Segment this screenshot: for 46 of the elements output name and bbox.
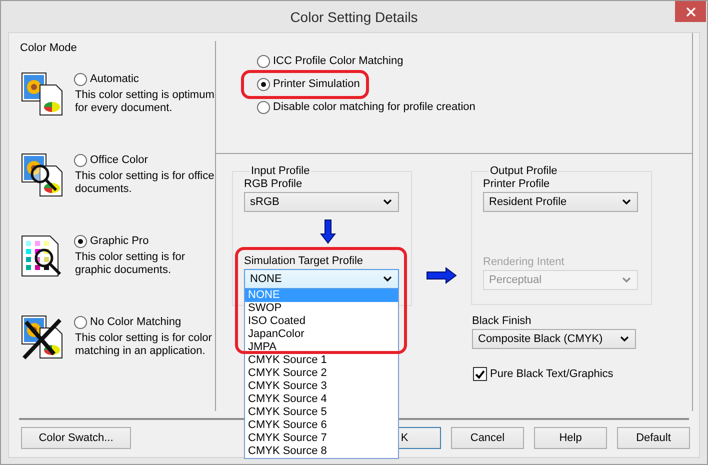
mode-description: This color setting is for office documents. [74,170,214,196]
radio-indicator[interactable] [257,78,270,91]
simulation-profile-dropdown[interactable]: NONE [244,269,399,289]
radio-button[interactable]: Automatic [74,73,214,86]
checkbox[interactable]: Pure Black Text/Graphics [473,367,614,381]
rgb-profile-dropdown[interactable]: sRGB [244,192,399,212]
color-mode-label: Color Mode [20,42,78,55]
radio-button[interactable]: Printer Simulation [257,78,360,91]
radio-button[interactable]: Graphic Pro [74,235,186,248]
field-label: Simulation Target Profile [244,255,364,268]
group-title: Input Profile [250,165,311,178]
field-label: RGB Profile [244,178,304,191]
radio-indicator[interactable] [257,101,270,114]
chevron-down-icon [622,277,631,283]
field-label: Black Finish [472,315,532,328]
radio-button[interactable]: ICC Profile Color Matching [257,55,404,68]
radio-indicator[interactable] [74,73,87,86]
dialog-button[interactable]: Color Swatch... [21,427,131,449]
group-title: Output Profile [489,165,558,178]
close-icon [686,6,696,16]
dialog-button[interactable]: Default [617,427,690,449]
radio-button[interactable]: No Color Matching [74,316,212,329]
field-label: Printer Profile [483,178,551,191]
window-title: Color Setting Details [290,8,418,24]
chevron-down-icon [620,336,629,342]
checkmark-icon [475,370,485,378]
mode-description: This color setting is optimum for every document. [74,89,214,115]
mode-description: This color setting is for color matching in an application. [74,332,212,358]
radio-indicator[interactable] [74,154,87,167]
radio-indicator[interactable] [257,55,270,68]
right-arrow-icon [426,267,457,284]
dialog-button[interactable]: Cancel [451,427,524,449]
chevron-down-icon [383,199,392,205]
field-label: Rendering Intent [483,256,566,269]
chevron-down-icon [383,276,392,282]
printer-profile-dropdown[interactable]: Resident Profile [483,192,638,212]
radio-indicator[interactable] [74,316,87,329]
radio-button[interactable]: Disable color matching for profile creation [257,101,476,114]
close-button[interactable] [675,1,706,22]
radio-button[interactable]: Office Color [74,154,214,167]
mode-description: This color setting is for graphic documents. [74,251,186,277]
down-arrow-icon [320,219,336,244]
dialog-button[interactable]: Help [534,427,607,449]
chevron-down-icon [622,199,631,205]
finish-dropdown[interactable]: Composite Black (CMYK) [472,329,636,349]
radio-indicator[interactable] [74,235,87,248]
